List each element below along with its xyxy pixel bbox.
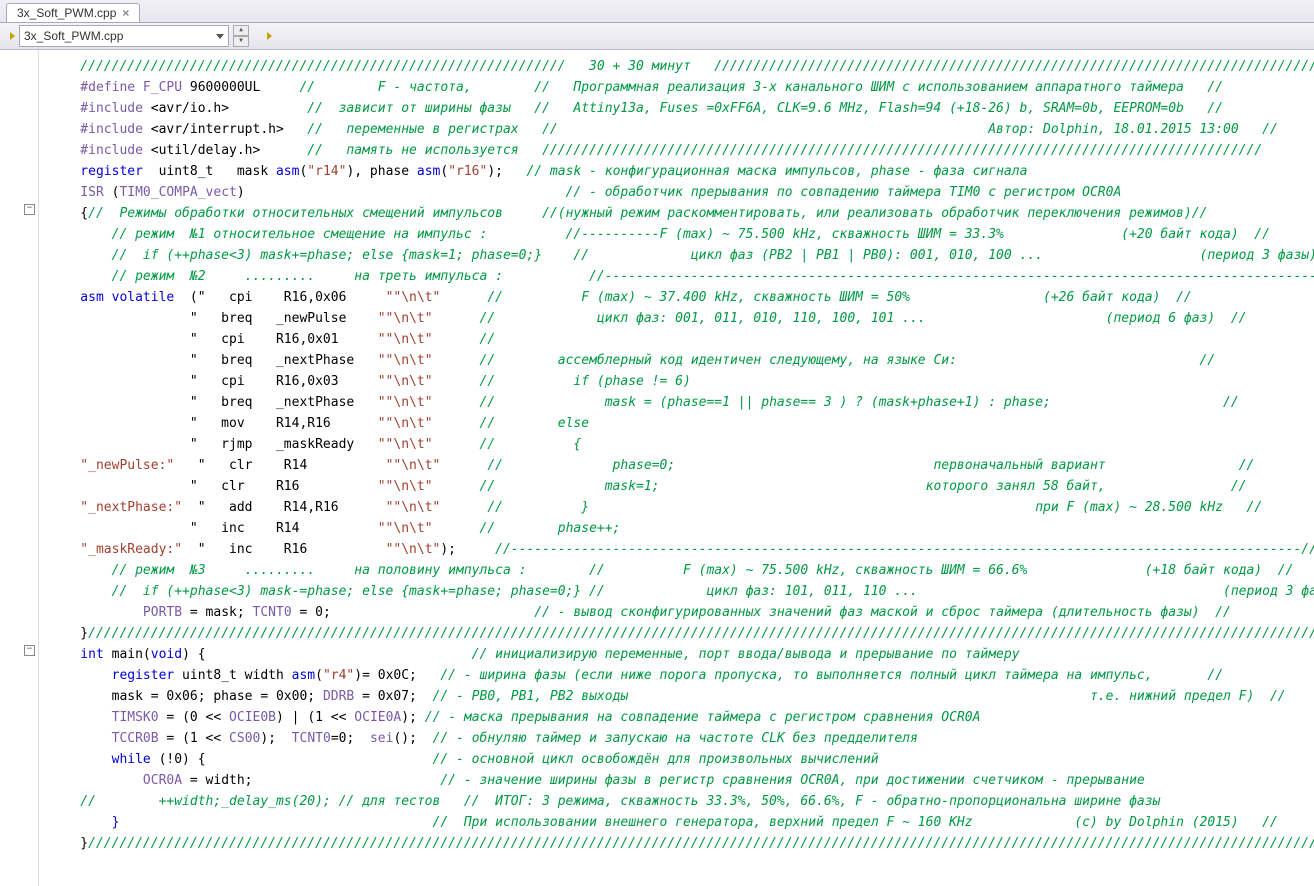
code-line: " mov R14,R16 ""\n\t" // else // (49, 413, 1314, 434)
code-line: // режим №1 относительное смещение на им… (49, 224, 1314, 245)
file-tab[interactable]: 3x_Soft_PWM.cpp × (6, 3, 140, 22)
close-icon[interactable]: × (122, 6, 129, 20)
code-line: #define F_CPU 9600000UL // F - частота, … (49, 77, 1314, 98)
ide-window: 3x_Soft_PWM.cpp × 3x_Soft_PWM.cpp ▲ ▼ − … (0, 0, 1314, 886)
editor-area: − − ////////////////////////////////////… (0, 50, 1314, 886)
nav-arrow-icon[interactable] (10, 32, 15, 40)
code-line: " cpi R16,0x01 ""\n\t" // (49, 329, 1314, 350)
code-line: "_newPulse:" " clr R14 ""\n\t" // phase=… (49, 455, 1314, 476)
code-line: mask = 0x06; phase = 0x00; DDRB = 0x07; … (49, 686, 1314, 707)
code-line: while (!0) { // - основной цикл освобожд… (49, 749, 1314, 770)
code-line: PORTB = mask; TCNT0 = 0; // - вывод скон… (49, 602, 1314, 623)
fold-toggle[interactable]: − (24, 645, 35, 656)
code-line: TIMSK0 = (0 << OCIE0B) | (1 << OCIE0A); … (49, 707, 1314, 728)
gutter[interactable]: − − (0, 50, 39, 886)
spin-up-icon[interactable]: ▲ (233, 25, 249, 36)
dropdown-value: 3x_Soft_PWM.cpp (24, 29, 123, 43)
code-line: // режим №3 ......... на половину импуль… (49, 560, 1314, 581)
tab-bar: 3x_Soft_PWM.cpp × (0, 0, 1314, 23)
code-line: " breq _nextPhase ""\n\t" // mask = (pha… (49, 392, 1314, 413)
code-line: TCCR0B = (1 << CS00); TCNT0=0; sei(); //… (49, 728, 1314, 749)
code-view[interactable]: ////////////////////////////////////////… (39, 50, 1314, 886)
code-line: " breq _nextPhase ""\n\t" // ассемблерны… (49, 350, 1314, 371)
code-line: "_maskReady:" " inc R16 ""\n\t"); //----… (49, 539, 1314, 560)
code-line: #include <avr/interrupt.h> // переменные… (49, 119, 1314, 140)
code-line: " cpi R16,0x03 ""\n\t" // if (phase != 6… (49, 371, 1314, 392)
nav-toolbar: 3x_Soft_PWM.cpp ▲ ▼ (0, 23, 1314, 50)
code-line: " breq _newPulse ""\n\t" // цикл фаз: 00… (49, 308, 1314, 329)
spin-down-icon[interactable]: ▼ (233, 36, 249, 47)
code-line: OCR0A = width; // - значение ширины фазы… (49, 770, 1314, 791)
chevron-down-icon (216, 34, 224, 39)
code-line: " clr R16 ""\n\t" // mask=1; которого за… (49, 476, 1314, 497)
code-line: "_nextPhase:" " add R14,R16 ""\n\t" // }… (49, 497, 1314, 518)
nav-spinner[interactable]: ▲ ▼ (233, 25, 249, 47)
code-line: register uint8_t width asm("r4")= 0x0C; … (49, 665, 1314, 686)
code-line: asm volatile (" cpi R16,0x06 ""\n\t" // … (49, 287, 1314, 308)
scope-dropdown[interactable]: 3x_Soft_PWM.cpp (19, 25, 229, 47)
code-line: {// Режимы обработки относительных смеще… (49, 203, 1314, 224)
code-line: register uint8_t mask asm("r14"), phase … (49, 161, 1314, 182)
code-line: // режим №2 ......... на треть импульса … (49, 266, 1314, 287)
code-line: // if (++phase<3) mask+=phase; else {mas… (49, 245, 1314, 266)
nav-arrow-icon[interactable] (267, 32, 272, 40)
code-line: " rjmp _maskReady ""\n\t" // { // (49, 434, 1314, 455)
code-line: }///////////////////////////////////////… (49, 833, 1314, 854)
code-line: int main(void) { // инициализирую переме… (49, 644, 1314, 665)
code-line: // if (++phase<3) mask-=phase; else {mas… (49, 581, 1314, 602)
code-line: }///////////////////////////////////////… (49, 623, 1314, 644)
code-line: ////////////////////////////////////////… (49, 56, 1314, 77)
code-line: ISR (TIM0_COMPA_vect) // - обработчик пр… (49, 182, 1314, 203)
code-line: // ++width;_delay_ms(20); // для тестов … (49, 791, 1314, 812)
code-line: } // При использовании внешнего генерато… (49, 812, 1314, 833)
tab-label: 3x_Soft_PWM.cpp (17, 6, 116, 20)
code-line: #include <util/delay.h> // память не исп… (49, 140, 1314, 161)
code-line: " inc R14 ""\n\t" // phase++; (49, 518, 1314, 539)
code-line: #include <avr/io.h> // зависит от ширины… (49, 98, 1314, 119)
fold-toggle[interactable]: − (24, 204, 35, 215)
